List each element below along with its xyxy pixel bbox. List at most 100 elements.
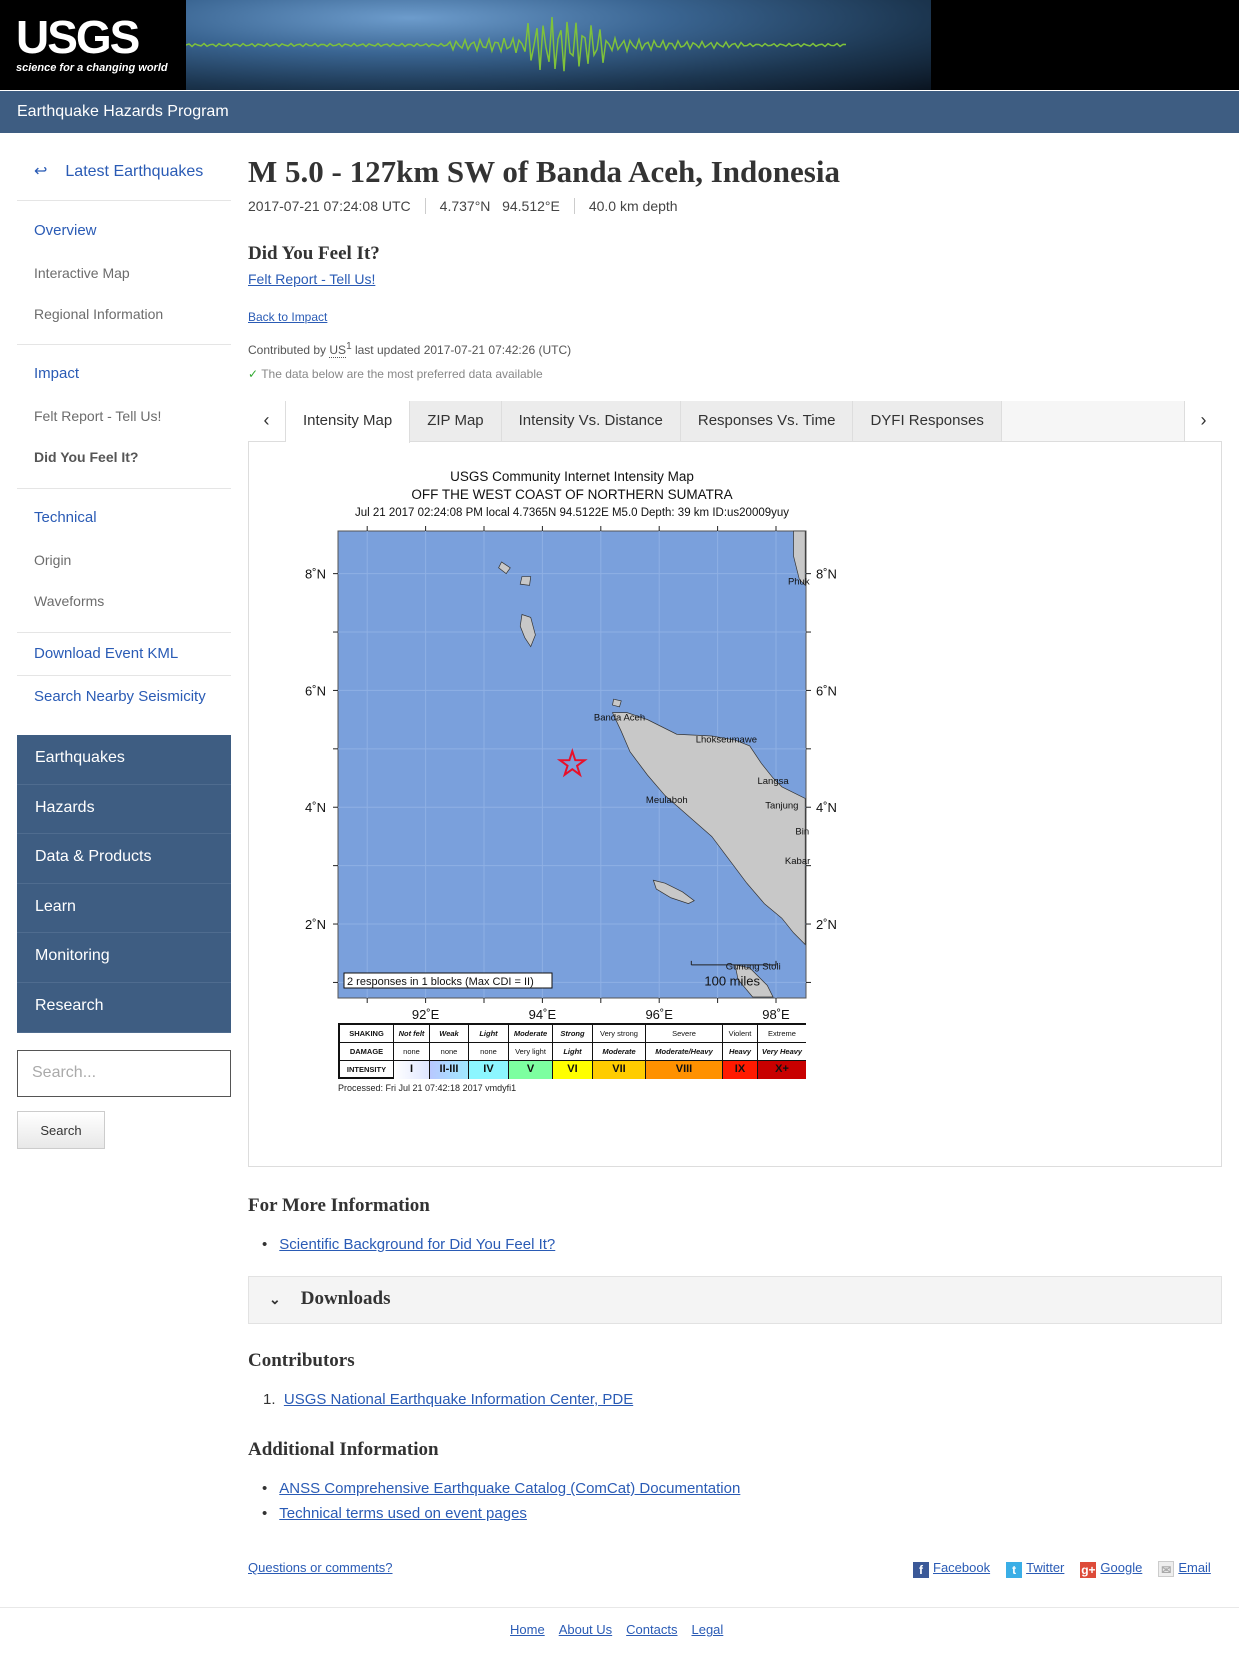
divider [17,344,231,345]
tab-zip-map[interactable]: ZIP Map [410,401,502,441]
download-kml-link[interactable]: Download Event KML [34,645,178,662]
list-item: Technical terms used on event pages [248,1505,740,1522]
legend-intensity-cell: II-III [430,1061,469,1079]
seismogram-graphic [185,16,847,72]
check-icon: ✓ [248,367,259,381]
latest-earthquakes-link[interactable]: ↩ Latest Earthquakes [34,161,203,181]
felt-report-link[interactable]: Felt Report - Tell Us! [248,271,375,287]
program-bar[interactable]: Earthquake Hazards Program [0,91,1239,133]
search-button[interactable]: Search [17,1111,105,1149]
city-label: Gunung Stoli [726,961,781,972]
nav-hazards[interactable]: Hazards [17,784,231,835]
google-link[interactable]: g+ Google [1080,1560,1142,1578]
legend-intensity-cell: VIII [646,1061,723,1079]
legend-damage-cell: none [394,1043,430,1061]
additional-info-list: ANSS Comprehensive Earthquake Catalog (C… [248,1480,740,1530]
lon-tick-label: 96˚E [645,1007,673,1020]
legend-intensity-cell: V [509,1061,553,1079]
search-nearby-link[interactable]: Search Nearby Seismicity [34,688,206,705]
legend-row-label: INTENSITY [340,1061,394,1079]
lat-tick-label: 6˚N [305,683,326,698]
sidebar-item-interactive-map[interactable]: Interactive Map [34,265,130,281]
map-title: USGS Community Internet Intensity Map OF… [354,469,790,519]
lat-tick-label: 8˚N [816,567,837,582]
usgs-logo[interactable]: USGS science for a changing world [16,14,168,74]
twitter-link[interactable]: t Twitter [1006,1560,1064,1578]
city-label: Tanjung [765,800,798,811]
footer-home-link[interactable]: Home [510,1622,545,1637]
legend-row-label: SHAKING [340,1025,394,1043]
legend-shaking-cell: Severe [646,1025,723,1043]
chevron-down-icon: ⌄ [269,1293,281,1308]
nav-monitoring[interactable]: Monitoring [17,933,231,983]
city-label: Lhokseumawe [696,734,757,745]
legend-shaking-cell: Violent [723,1025,758,1043]
scientific-background-link[interactable]: Scientific Background for Did You Feel I… [279,1236,555,1253]
divider [17,675,231,676]
city-label: Meulaboh [646,795,688,806]
lat-tick-label: 4˚N [816,800,837,815]
tab-intensity-map[interactable]: Intensity Map [286,401,411,443]
legend-shaking-cell: Not felt [394,1025,430,1043]
legend-damage-cell: Light [553,1043,593,1061]
tab-responses-vs-time[interactable]: Responses Vs. Time [680,401,854,441]
site-nav: Earthquakes Hazards Data & Products Lear… [17,735,231,1033]
seismogram-banner-image [185,0,931,90]
legend-damage-cell: none [430,1043,469,1061]
legend-shaking-cell: Strong [553,1025,593,1043]
intensity-map: 92˚E 94˚E 96˚E 98˚E 8˚N 8˚N 6˚N 6˚N 4˚N 4˚N 2˚N 2˚N… [305,526,837,1020]
legend-intensity-cell: VI [553,1061,593,1079]
city-label: Phuk [788,577,810,588]
facebook-icon: f [913,1562,929,1578]
sidebar-item-origin[interactable]: Origin [34,552,71,568]
chevron-left-icon[interactable]: ‹ [248,401,286,441]
search-input[interactable]: Search... [17,1050,231,1097]
legend-damage-cell: Very light [509,1043,553,1061]
tab-dyfi-responses[interactable]: DYFI Responses [853,401,1002,441]
sidebar-item-impact[interactable]: Impact [34,365,79,382]
footer-about-link[interactable]: About Us [559,1622,612,1637]
questions-link[interactable]: Questions or comments? [248,1560,393,1575]
sidebar-item-waveforms[interactable]: Waveforms [34,593,104,609]
island [519,576,532,586]
legend-intensity-cell: IV [469,1061,509,1079]
city-label: Langsa [757,776,789,787]
back-arrow-icon: ↩ [34,163,48,180]
google-plus-icon: g+ [1080,1562,1097,1578]
back-to-impact-link[interactable]: Back to Impact [248,310,327,324]
footer-legal-link[interactable]: Legal [691,1622,723,1637]
legend-shaking-cell: Extreme [758,1025,806,1043]
legend-damage-cell: Very Heavy [758,1043,806,1061]
legend-intensity-cell: I [394,1061,430,1079]
lat-tick-label: 2˚N [816,917,837,932]
sidebar-item-technical[interactable]: Technical [34,509,97,526]
tab-intensity-vs-distance[interactable]: Intensity Vs. Distance [501,401,681,441]
technical-terms-link[interactable]: Technical terms used on event pages [279,1505,527,1522]
chevron-right-icon[interactable]: › [1184,401,1222,441]
dyfi-heading: Did You Feel It? [248,243,380,264]
email-link[interactable]: ✉ Email [1158,1560,1211,1578]
nav-learn[interactable]: Learn [17,883,231,934]
intensity-legend: SHAKING Not felt Weak Light Moderate Strong Ve… [338,1023,806,1079]
contributor-link[interactable]: USGS National Earthquake Information Cen… [284,1391,633,1408]
nav-research[interactable]: Research [17,982,231,1033]
processed-note: Processed: Fri Jul 21 07:42:18 2017 vmdy… [338,1083,517,1093]
contributor-abbr[interactable]: US [329,343,347,358]
twitter-icon: t [1006,1562,1023,1578]
legend-intensity-cell: VII [593,1061,646,1079]
sidebar-item-dyfi[interactable]: Did You Feel It? [34,449,139,465]
contributed-line: Contributed by US1 last updated 2017-07-… [248,341,572,358]
legend-shaking-cell: Weak [430,1025,469,1043]
nav-data-products[interactable]: Data & Products [17,834,231,884]
nav-earthquakes[interactable]: Earthquakes [17,735,231,785]
facebook-link[interactable]: f Facebook [913,1560,990,1578]
footer-contacts-link[interactable]: Contacts [626,1622,677,1637]
list-item: Scientific Background for Did You Feel I… [248,1236,555,1253]
downloads-toggle[interactable]: ⌄ Downloads [248,1276,1222,1324]
sidebar-item-regional-information[interactable]: Regional Information [34,306,163,322]
comcat-docs-link[interactable]: ANSS Comprehensive Earthquake Catalog (C… [279,1480,740,1497]
sidebar-item-overview[interactable]: Overview [34,222,97,239]
preferred-note: ✓ The data below are the most preferred … [248,367,543,381]
more-info-heading: For More Information [248,1195,430,1216]
sidebar-item-felt-report[interactable]: Felt Report - Tell Us! [34,408,161,424]
